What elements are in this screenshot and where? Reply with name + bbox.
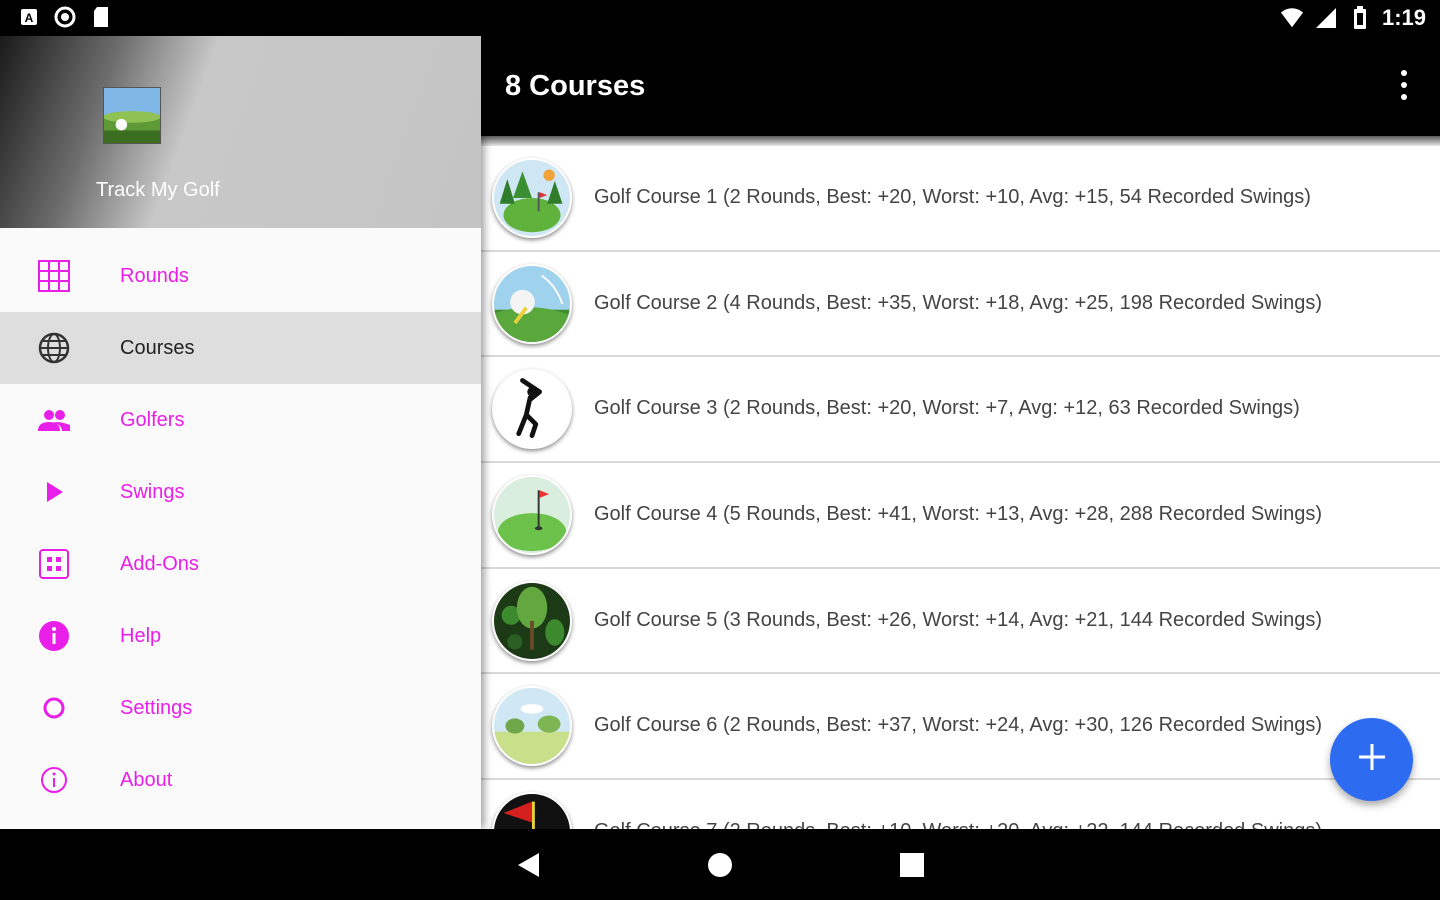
nav-item-help[interactable]: Help [0,600,481,672]
play-icon [37,475,71,509]
trees-green-icon [492,158,572,238]
page-title: 8 Courses [505,70,646,102]
info-filled-icon [37,619,71,653]
nav-item-settings[interactable]: Settings [0,672,481,744]
golfer-silhouette-icon [492,369,572,450]
app-bar-shadow [481,136,1440,146]
flag-green-icon [492,475,572,556]
course-text: Golf Course 6 (2 Rounds, Best: +37, Wors… [594,714,1322,737]
course-text: Golf Course 4 (5 Rounds, Best: +41, Wors… [594,503,1322,526]
fairway-icon [492,686,572,767]
drawer-menu: Rounds Courses Golfers Swings Add-Ons He… [0,240,481,816]
svg-text:A: A [25,11,34,25]
signal-icon [1314,6,1338,30]
course-row-5[interactable]: Golf Course 5 (3 Rounds, Best: +26, Wors… [481,569,1440,675]
nav-item-label: Courses [120,337,195,359]
nav-item-label: Golfers [120,409,185,431]
apps-icon [37,547,71,581]
info-outline-icon [37,763,71,797]
course-text: Golf Course 5 (3 Rounds, Best: +26, Wors… [594,608,1322,631]
nav-item-swings[interactable]: Swings [0,456,481,528]
drawer-header: Track My Golf [0,36,481,228]
golf-ball-icon [492,263,572,344]
home-icon[interactable] [706,851,734,879]
course-text: Golf Course 3 (2 Rounds, Best: +20, Wors… [594,397,1300,420]
people-icon [37,403,71,437]
wifi-icon [1280,6,1304,30]
battery-icon [1348,6,1372,30]
nav-item-golfers[interactable]: Golfers [0,384,481,456]
navigation-drawer: Track My Golf Rounds Courses Golfers Swi… [0,36,481,829]
recents-icon[interactable] [898,851,926,879]
nav-item-label: Add-Ons [120,553,199,575]
nav-item-label: Rounds [120,265,189,287]
course-list[interactable]: Golf Course 1 (2 Rounds, Best: +20, Wors… [481,146,1440,829]
nav-item-label: About [120,769,173,791]
course-row-6[interactable]: Golf Course 6 (2 Rounds, Best: +37, Wors… [481,674,1440,781]
course-text: Golf Course 2 (4 Rounds, Best: +35, Wors… [594,291,1322,314]
red-flag-icon [492,792,572,829]
course-row-1[interactable]: Golf Course 1 (2 Rounds, Best: +20, Wors… [481,146,1440,252]
add-course-button[interactable] [1330,718,1413,801]
status-time: 1:19 [1381,5,1426,30]
app-logo [103,87,161,144]
globe-icon [37,331,71,365]
nav-item-add-ons[interactable]: Add-Ons [0,528,481,600]
course-row-2[interactable]: Golf Course 2 (4 Rounds, Best: +35, Wors… [481,252,1440,358]
system-nav-bar [0,829,1440,900]
more-vert-icon[interactable] [1398,70,1410,100]
nav-item-courses[interactable]: Courses [0,312,481,384]
nav-item-label: Swings [120,481,185,503]
a-notification-icon: A [18,6,40,28]
forest-icon [492,580,572,661]
plus-icon [1357,742,1387,777]
nav-item-about[interactable]: About [0,744,481,816]
course-row-3[interactable]: Golf Course 3 (2 Rounds, Best: +20, Wors… [481,357,1440,464]
status-bar-notifications: A [18,6,112,28]
course-row-4[interactable]: Golf Course 4 (5 Rounds, Best: +41, Wors… [481,463,1440,569]
course-row-7[interactable]: Golf Course 7 (2 Rounds, Best: +10, Wors… [481,780,1440,829]
grid-icon [37,259,71,293]
nav-item-rounds[interactable]: Rounds [0,240,481,312]
status-bar: A 1:19 [0,0,1440,36]
status-bar-system: 1:19 [1280,5,1426,31]
app-bar: 8 Courses [481,36,1440,138]
nav-item-label: Settings [120,697,193,719]
app-name: Track My Golf [96,179,220,201]
course-text: Golf Course 1 (2 Rounds, Best: +20, Wors… [594,186,1311,208]
sd-card-icon [90,6,112,28]
nav-item-label: Help [120,625,162,647]
circle-notification-icon [54,6,76,28]
settings-circle-icon [37,691,71,725]
course-text: Golf Course 7 (2 Rounds, Best: +10, Wors… [594,820,1322,829]
back-icon[interactable] [514,851,542,879]
